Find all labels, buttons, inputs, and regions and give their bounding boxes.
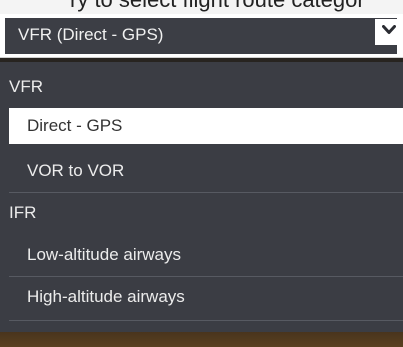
option-high-altitude-airways[interactable]: High-altitude airways [9, 279, 403, 315]
chevron-down-icon [382, 25, 396, 34]
select-display[interactable]: VFR (Direct - GPS) [5, 18, 397, 54]
background-heading-fragment: ry to select flight route categor [0, 0, 403, 14]
option-divider [9, 320, 403, 321]
dropdown-toggle[interactable] [375, 19, 403, 45]
select-value: VFR (Direct - GPS) [18, 25, 164, 44]
option-low-altitude-airways[interactable]: Low-altitude airways [9, 237, 403, 273]
route-type-select[interactable]: VFR (Direct - GPS) [0, 14, 403, 58]
option-direct-gps[interactable]: Direct - GPS [9, 108, 403, 144]
group-divider [9, 192, 403, 193]
option-vor-to-vor[interactable]: VOR to VOR [9, 153, 403, 189]
group-header-vfr: VFR [9, 77, 43, 96]
heading-text: ry to select flight route categor [70, 0, 365, 13]
option-divider [9, 276, 403, 277]
group-header-ifr: IFR [9, 203, 37, 222]
dropdown-listbox[interactable]: VFR Direct - GPS VOR to VOR IFR Low-alti… [0, 62, 403, 332]
